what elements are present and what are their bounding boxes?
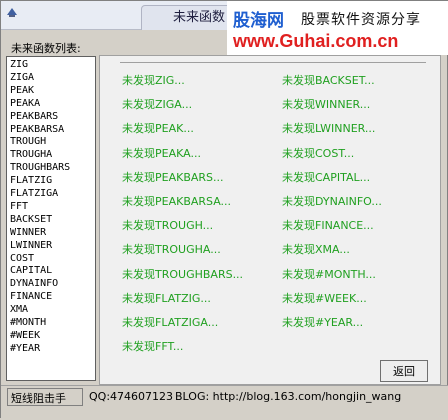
function-list-item[interactable]: ZIGA bbox=[10, 72, 34, 84]
result-line: 未发现TROUGH... bbox=[122, 219, 214, 233]
function-list-item[interactable]: DYNAINFO bbox=[10, 278, 58, 290]
result-line: 未发现PEAKBARSA... bbox=[122, 195, 232, 208]
app-icon bbox=[7, 8, 17, 17]
function-list-item[interactable]: TROUGHA bbox=[10, 149, 52, 161]
main-window: 未来函数 股海网 股票软件资源分享 www.Guhai.com.cn 未来函数列… bbox=[0, 0, 448, 420]
result-line: 未发现CAPITAL... bbox=[282, 170, 371, 184]
window-title: 未来函数 bbox=[173, 10, 226, 25]
result-line: 未发现PEAKA... bbox=[122, 146, 201, 160]
function-list-item[interactable]: FINANCE bbox=[10, 291, 52, 303]
status-bar: 短线阻击手 QQ:474607123 BLOG: http://blog.163… bbox=[1, 385, 448, 420]
status-blog: BLOG: http://blog.163.com/hongjin_wang bbox=[175, 390, 402, 403]
function-list-item[interactable]: FFT bbox=[10, 201, 28, 213]
result-line: 未发现FLATZIG... bbox=[122, 291, 211, 305]
result-line: 未发现XMA... bbox=[282, 243, 350, 257]
result-line: 未发现DYNAINFO... bbox=[282, 195, 382, 208]
result-line: 未发现#YEAR... bbox=[282, 316, 364, 329]
function-list-item[interactable]: #MONTH bbox=[10, 317, 46, 329]
function-list-item[interactable]: PEAKA bbox=[10, 98, 40, 110]
function-listbox[interactable]: ZIG ZIGA PEAK PEAKA PEAKBARS PEAKBARSA TROUGH T… bbox=[6, 56, 96, 381]
result-line: 未发现FLATZIGA... bbox=[122, 316, 219, 329]
function-list-item[interactable]: LWINNER bbox=[10, 240, 52, 252]
watermark-logo: 股海网 bbox=[233, 11, 284, 31]
result-line: 未发现#WEEK... bbox=[282, 291, 367, 305]
status-qq: QQ:474607123 bbox=[89, 390, 174, 403]
function-list-item[interactable]: TROUGH bbox=[10, 136, 46, 148]
function-list-item[interactable]: PEAKBARSA bbox=[10, 124, 64, 136]
result-line: 未发现COST... bbox=[282, 146, 355, 160]
result-line: 未发现BACKSET... bbox=[282, 74, 375, 87]
result-line: 未发现FFT... bbox=[122, 340, 184, 354]
result-line: 未发现LWINNER... bbox=[282, 122, 376, 136]
function-list-item[interactable]: COST bbox=[10, 253, 34, 265]
result-line: 未发现PEAK... bbox=[122, 122, 194, 136]
result-line: 未发现ZIGA... bbox=[122, 98, 193, 112]
result-line: 未发现WINNER... bbox=[282, 98, 371, 112]
function-list-item[interactable]: WINNER bbox=[10, 227, 46, 239]
function-list-item[interactable]: PEAKBARS bbox=[10, 111, 58, 123]
result-line: 未发现FINANCE... bbox=[282, 219, 374, 233]
function-list-item[interactable]: ZIG bbox=[10, 59, 28, 71]
function-list-item[interactable]: #WEEK bbox=[10, 330, 40, 342]
function-list-item[interactable]: FLATZIG bbox=[10, 175, 52, 187]
results-divider bbox=[120, 62, 426, 63]
result-line: 未发现#MONTH... bbox=[282, 267, 376, 281]
function-list-item[interactable]: PEAK bbox=[10, 85, 34, 97]
result-line: 未发现TROUGHA... bbox=[122, 243, 221, 257]
watermark-slogan: 股票软件资源分享 bbox=[301, 12, 421, 28]
result-line: 未发现TROUGHBARS... bbox=[122, 267, 244, 281]
site-watermark: 股海网 股票软件资源分享 www.Guhai.com.cn bbox=[227, 1, 448, 55]
function-list-panel: 未来函数列表: ZIG ZIGA PEAK PEAKA PEAKBARS PEAKBARS… bbox=[6, 39, 97, 382]
function-list-item[interactable]: CAPITAL bbox=[10, 265, 52, 277]
function-list-header: 未来函数列表: bbox=[11, 42, 81, 55]
function-list-item[interactable]: XMA bbox=[10, 304, 28, 316]
function-list-item[interactable]: #YEAR bbox=[10, 343, 40, 355]
function-list-item[interactable]: BACKSET bbox=[10, 214, 52, 226]
function-list-item[interactable]: FLATZIGA bbox=[10, 188, 58, 200]
result-line: 未发现PEAKBARS... bbox=[122, 170, 224, 184]
back-button[interactable]: 返回 bbox=[380, 360, 428, 382]
result-line: 未发现ZIG... bbox=[122, 74, 185, 87]
results-panel: 返回 未发现ZIG... 未发现ZIGA... 未发现PEAK... 未发现PEAKA… bbox=[99, 55, 441, 385]
function-list-item[interactable]: TROUGHBARS bbox=[10, 162, 70, 174]
status-author: 短线阻击手 bbox=[11, 392, 66, 405]
watermark-domain: www.Guhai.com.cn bbox=[233, 31, 399, 51]
